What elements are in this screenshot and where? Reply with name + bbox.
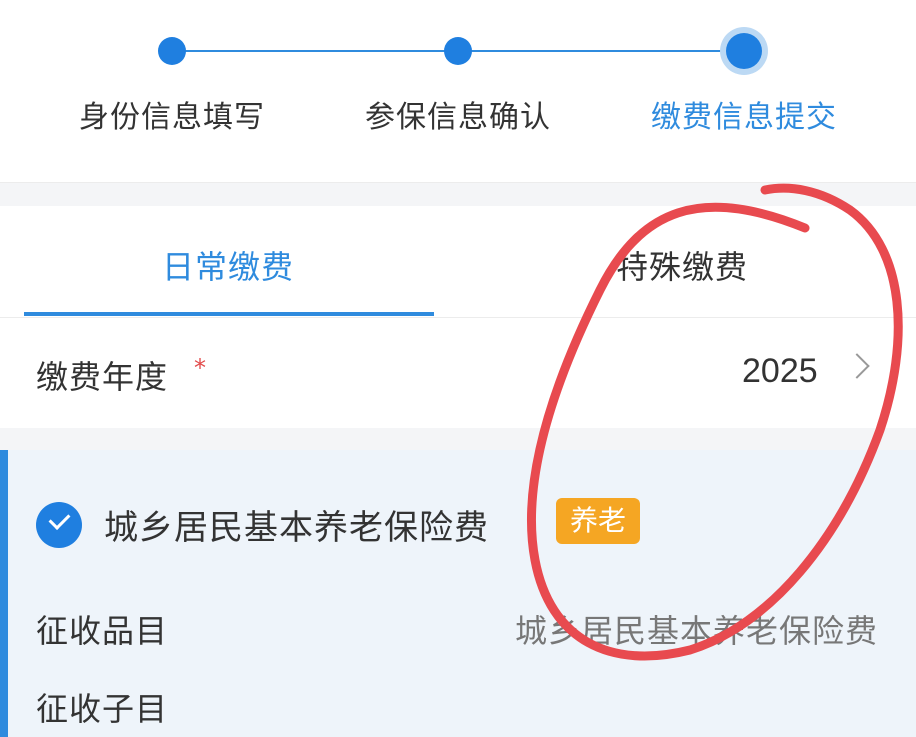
step-connector-2 bbox=[458, 50, 744, 52]
step-dot-1 bbox=[158, 37, 186, 65]
step-label-identity: 身份信息填写 bbox=[79, 100, 265, 135]
step-dot-2 bbox=[444, 37, 472, 65]
step-dot-3-current bbox=[726, 33, 762, 69]
required-mark: * bbox=[194, 354, 206, 382]
insurance-item-title: 城乡居民基本养老保险费 bbox=[104, 508, 489, 548]
field-label-subitem: 征收子目 bbox=[36, 690, 169, 728]
field-value-item: 城乡居民基本养老保险费 bbox=[514, 612, 878, 650]
insurance-item-card[interactable]: 城乡居民基本养老保险费 养老 征收品目 城乡居民基本养老保险费 征收子目 bbox=[0, 450, 916, 737]
payment-year-row[interactable]: 缴费年度 * 2025 bbox=[0, 318, 916, 428]
step-label-submit: 缴费信息提交 bbox=[651, 100, 837, 135]
progress-stepper: 身份信息填写 参保信息确认 缴费信息提交 bbox=[0, 0, 916, 182]
active-tab-indicator bbox=[24, 312, 434, 316]
step-label-confirm: 参保信息确认 bbox=[365, 100, 551, 135]
field-label-item: 征收品目 bbox=[36, 612, 169, 650]
tab-special-payment[interactable]: 特殊缴费 bbox=[616, 242, 748, 288]
category-badge: 养老 bbox=[556, 498, 641, 544]
payment-tabs: 日常缴费 特殊缴费 bbox=[0, 206, 916, 318]
card-accent-bar bbox=[0, 450, 8, 737]
section-divider-2 bbox=[0, 428, 916, 450]
payment-year-value[interactable]: 2025 bbox=[742, 352, 818, 391]
tab-regular-payment[interactable]: 日常缴费 bbox=[162, 242, 294, 288]
step-connector-1 bbox=[172, 50, 458, 52]
check-circle-icon[interactable] bbox=[36, 502, 82, 548]
section-divider bbox=[0, 182, 916, 206]
payment-year-label: 缴费年度 bbox=[36, 358, 169, 396]
